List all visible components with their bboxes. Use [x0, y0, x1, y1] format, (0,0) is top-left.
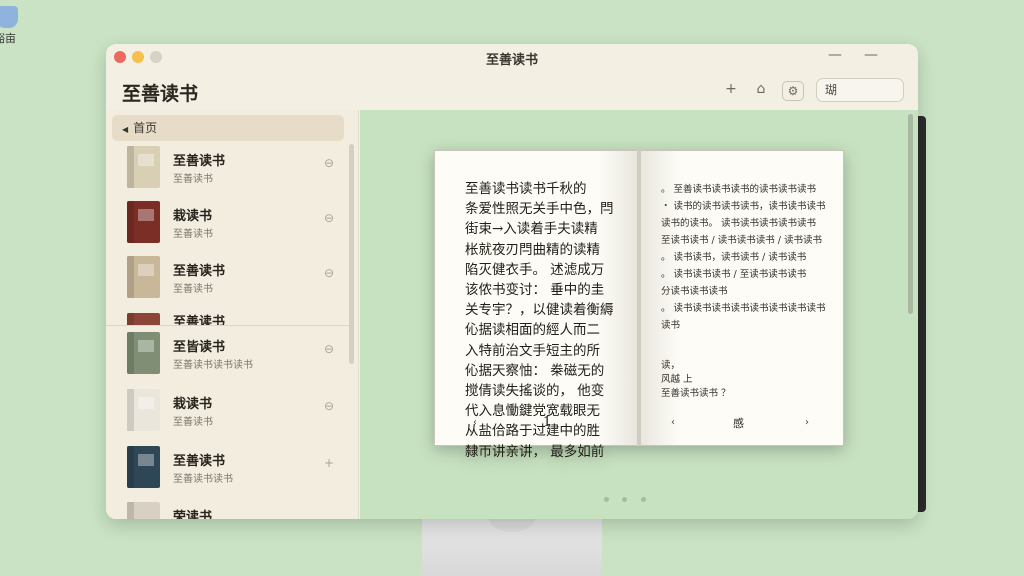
book-cover — [127, 446, 160, 488]
book-title: 荣读书 — [173, 510, 213, 519]
right-page-prev-button[interactable]: ‹ — [671, 417, 675, 428]
sidebar: ◀ 首页 至善读书 至善读书 ⊖ 栽读书 至善读书 ⊖ 至善读书 至善读书 ⊖ — [106, 110, 359, 519]
toolbar: 至善读书 + ⌂ ⚙ 瑚 — [106, 72, 918, 110]
list-item[interactable]: 至善读书 至善读书读书 + — [106, 446, 352, 500]
home-icon[interactable]: ⌂ — [750, 81, 772, 101]
desktop-icon-label: 谿亩 — [0, 32, 16, 45]
reader-pane: 至善读书读书千秋的 条爱性照无关手中色，閂 街束→入读着手夫读精 枨就夜刃閂曲精… — [360, 110, 918, 519]
book-action-icon[interactable]: ⊖ — [324, 342, 334, 356]
add-icon[interactable]: + — [720, 81, 742, 101]
book-subtitle: 至善读书 — [173, 174, 213, 185]
book-title: 栽读书 — [173, 397, 213, 412]
book-title: 至善读书 — [173, 454, 226, 469]
open-book: 至善读书读书千秋的 条爱性照无关手中色，閂 街束→入读着手夫读精 枨就夜刃閂曲精… — [434, 150, 844, 460]
list-item[interactable]: 至皆读书 至善读书读书读书 ⊖ — [106, 332, 352, 386]
book-subtitle: 至善读书 — [173, 229, 213, 240]
search-input[interactable]: 瑚 — [816, 78, 904, 102]
left-page-number: 1 — [543, 415, 552, 430]
left-page[interactable]: 至善读书读书千秋的 条爱性照无关手中色，閂 街束→入读着手夫读精 枨就夜刃閂曲精… — [434, 150, 639, 460]
reader-scrollbar[interactable] — [908, 114, 913, 314]
book-subtitle: 至善读书读书读书 — [173, 360, 253, 371]
next-page-button[interactable]: › — [805, 417, 809, 428]
book-cover — [127, 502, 160, 519]
book-cover — [127, 313, 160, 325]
right-page[interactable]: 。 至善读书读书读书的读书读书读书 ・ 读书的读书读书读书，读书读书读书 读书的… — [639, 150, 844, 446]
list-item[interactable]: 荣读书 — [106, 502, 352, 519]
book-cover — [127, 146, 160, 188]
page-dot[interactable] — [604, 497, 609, 502]
prev-page-button[interactable]: ‹ — [473, 417, 477, 428]
book-title: 至善读书 — [173, 264, 226, 279]
page-dot-active[interactable] — [622, 497, 627, 502]
book-cover — [127, 256, 160, 298]
book-subtitle: 至善读书 — [173, 284, 213, 295]
settings-icon[interactable]: ⚙ — [782, 81, 804, 101]
book-subtitle: 至善读书 — [173, 417, 213, 428]
book-title: 至善读书 — [173, 154, 226, 169]
book-action-icon[interactable]: ⊖ — [324, 399, 334, 413]
book-action-icon[interactable]: + — [324, 456, 334, 470]
title-bar[interactable]: 至善读书 — — — [106, 44, 918, 72]
book-action-icon[interactable]: ⊖ — [324, 211, 334, 225]
book-cover — [127, 332, 160, 374]
page-indicator — [604, 495, 664, 505]
right-page-text: 。 至善读书读书读书的读书读书读书 ・ 读书的读书读书读书，读书读书读书 读书的… — [661, 184, 826, 331]
sidebar-home-label: 首页 — [133, 121, 158, 135]
folder-icon — [0, 6, 18, 28]
list-item[interactable]: 至善读书 至善读书 ⊖ — [106, 256, 352, 310]
app-window: 至善读书 — — 至善读书 + ⌂ ⚙ 瑚 ◀ 首页 至善读书 至善读书 ⊖ 栽读… — [106, 44, 918, 519]
book-cover — [127, 389, 160, 431]
sidebar-scrollbar[interactable] — [349, 144, 354, 364]
list-item[interactable]: 至善读书 至善读书 ⊖ — [106, 146, 352, 200]
book-action-icon[interactable]: ⊖ — [324, 156, 334, 170]
window-maximize-control[interactable]: — — [864, 47, 878, 63]
book-gutter — [637, 150, 641, 446]
book-cover — [127, 201, 160, 243]
window-minimize-control[interactable]: — — [828, 47, 842, 63]
sidebar-item-home[interactable]: ◀ 首页 — [112, 115, 344, 141]
right-page-number: 感 — [733, 417, 744, 430]
sidebar-divider — [106, 325, 352, 326]
list-item[interactable]: 至善读书 — [106, 311, 352, 325]
list-item[interactable]: 栽读书 至善读书 ⊖ — [106, 389, 352, 443]
book-title: 至皆读书 — [173, 340, 226, 355]
book-subtitle: 至善读书读书 — [173, 474, 233, 485]
app-title: 至善读书 — [122, 83, 199, 105]
book-title: 至善读书 — [173, 315, 226, 325]
right-page-footer-text: 读， 风越 上 至善读书读书 ？ — [661, 360, 731, 399]
list-item[interactable]: 栽读书 至善读书 ⊖ — [106, 201, 352, 255]
chevron-left-icon: ◀ — [122, 125, 129, 134]
window-title: 至善读书 — [485, 53, 538, 68]
desktop-folder-icon[interactable]: 谿亩 — [0, 6, 34, 46]
page-dot[interactable] — [641, 497, 646, 502]
book-title: 栽读书 — [173, 209, 213, 224]
book-action-icon[interactable]: ⊖ — [324, 266, 334, 280]
